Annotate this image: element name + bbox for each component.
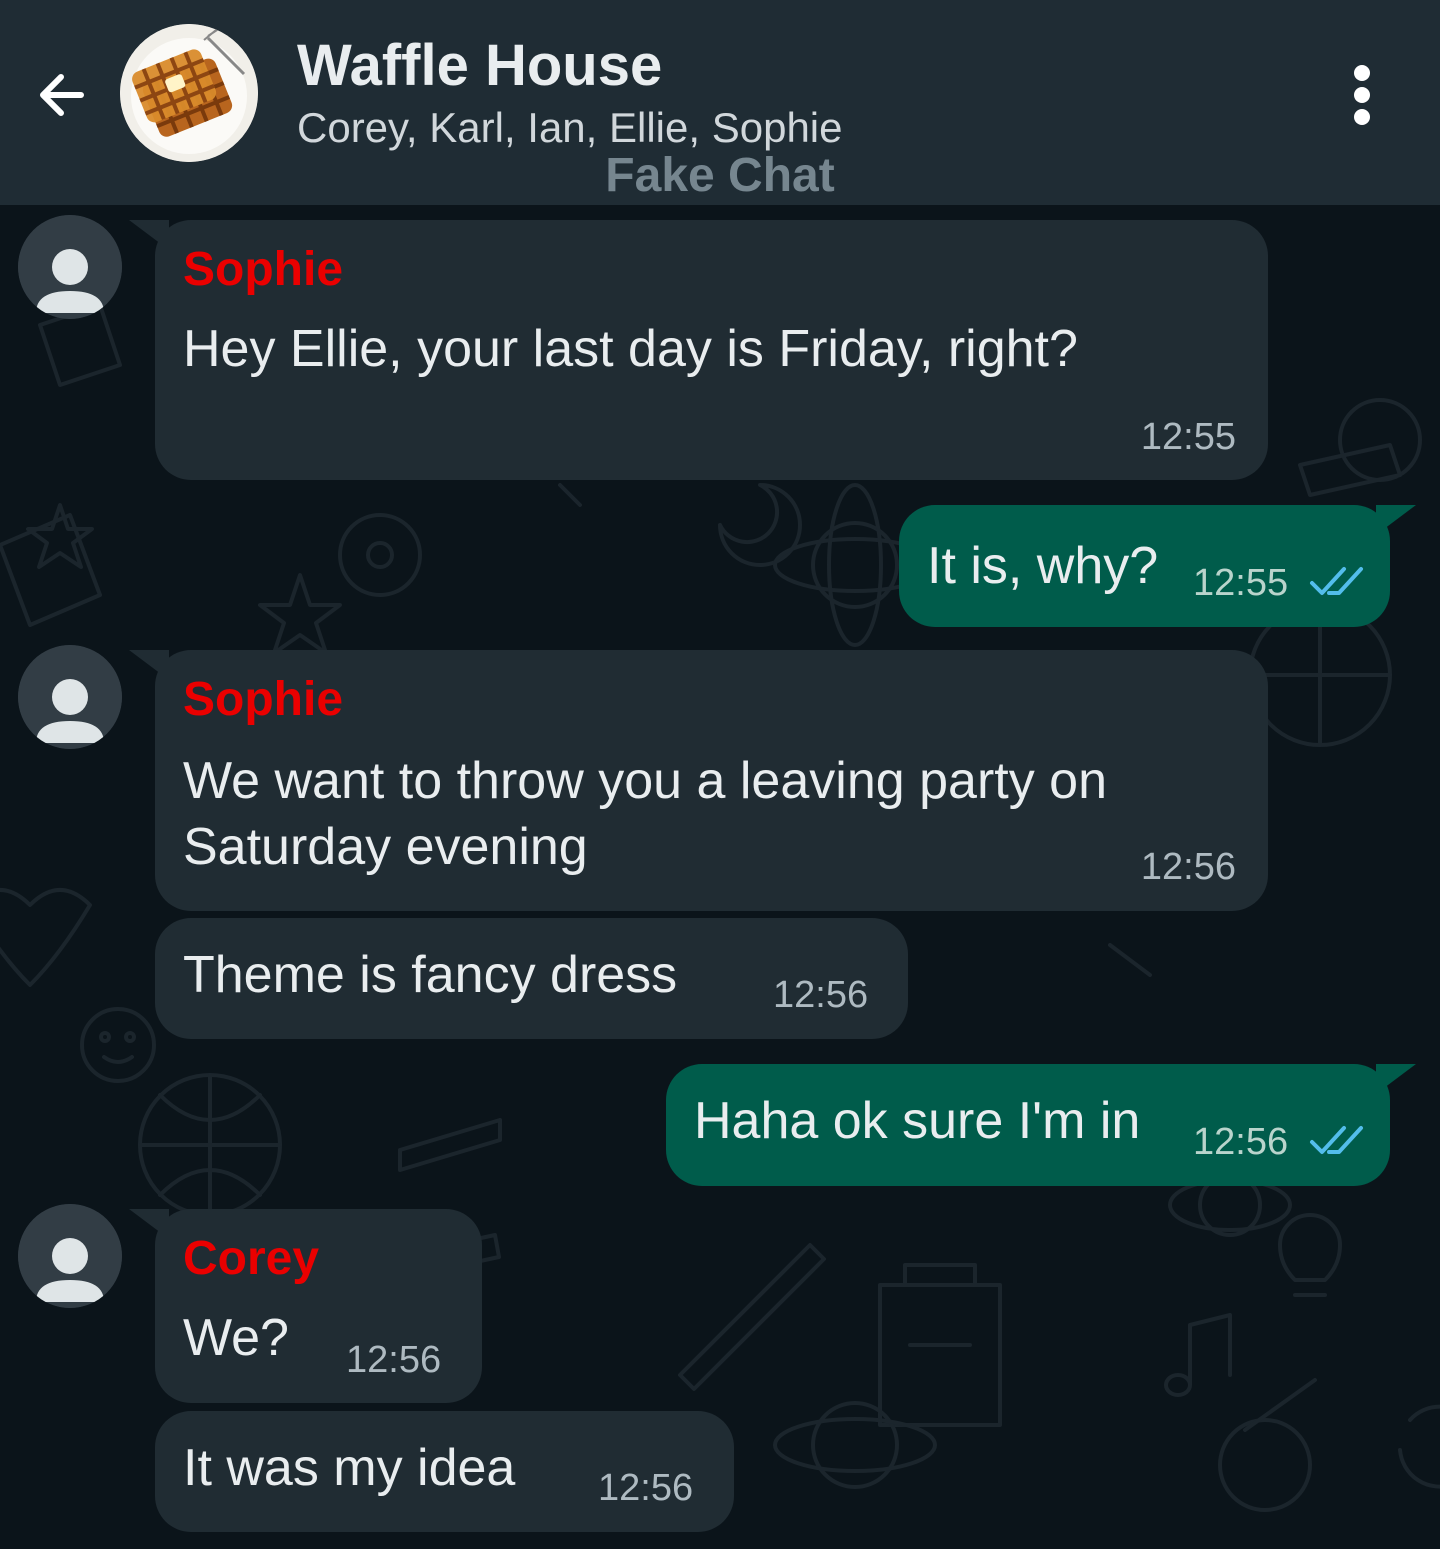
message-text: Hey Ellie, your last day is Friday, righ… (183, 320, 1078, 378)
waffle-photo (120, 24, 258, 162)
group-members[interactable]: Corey, Karl, Ian, Ellie, Sophie (297, 104, 843, 152)
chat-header: Waffle House Corey, Karl, Ian, Ellie, So… (0, 0, 1440, 205)
message-time: 12:56 (1193, 1121, 1289, 1163)
bubble-tail (1376, 505, 1416, 535)
more-vertical-icon (1354, 65, 1370, 125)
sender-avatar[interactable] (18, 645, 122, 749)
back-button[interactable] (28, 62, 94, 128)
incoming-message[interactable]: It was my idea 12:56 (155, 1411, 734, 1532)
double-check-icon (1310, 1126, 1363, 1154)
group-avatar[interactable] (120, 24, 258, 162)
double-check-icon (1310, 567, 1363, 595)
message-time: 12:56 (773, 974, 869, 1016)
outgoing-message[interactable]: It is, why? 12:55 (899, 505, 1416, 627)
chat-title[interactable]: Waffle House (297, 32, 662, 99)
message-text-line2: Saturday evening (183, 818, 588, 876)
message-text: Theme is fancy dress (183, 946, 678, 1004)
sender-name[interactable]: Sophie (183, 672, 343, 727)
incoming-message[interactable]: Sophie We want to throw you a leaving pa… (129, 650, 1268, 911)
message-text: It is, why? (927, 537, 1159, 595)
bubble-tail (1376, 1064, 1416, 1094)
message-text-line1: We want to throw you a leaving party on (183, 752, 1107, 810)
person-icon (18, 215, 122, 319)
bubble-tail (129, 1209, 169, 1239)
sender-name[interactable]: Corey (183, 1231, 319, 1286)
sender-avatar[interactable] (18, 1204, 122, 1308)
more-options-button[interactable] (1330, 60, 1394, 130)
message-time: 12:55 (1140, 416, 1236, 458)
incoming-message[interactable]: Theme is fancy dress 12:56 (155, 918, 908, 1039)
message-text: We? (183, 1309, 289, 1367)
arrow-back-icon (40, 74, 84, 116)
message-text: It was my idea (183, 1439, 516, 1497)
bubble-tail (129, 220, 169, 250)
outgoing-message[interactable]: Haha ok sure I'm in 12:56 (666, 1064, 1416, 1186)
bubble-tail (129, 650, 169, 680)
message-text: Haha ok sure I'm in (694, 1092, 1141, 1150)
incoming-message[interactable]: Sophie Hey Ellie, your last day is Frida… (129, 220, 1268, 480)
sender-name[interactable]: Sophie (183, 242, 343, 297)
person-icon (18, 645, 122, 749)
message-time: 12:55 (1193, 562, 1289, 604)
watermark: Fake Chat (605, 149, 835, 202)
person-icon (18, 1204, 122, 1308)
message-time: 12:56 (346, 1339, 442, 1381)
message-time: 12:56 (598, 1467, 694, 1509)
sender-avatar[interactable] (18, 215, 122, 319)
message-time: 12:56 (1140, 846, 1236, 888)
incoming-message[interactable]: Corey We? 12:56 (129, 1209, 482, 1403)
